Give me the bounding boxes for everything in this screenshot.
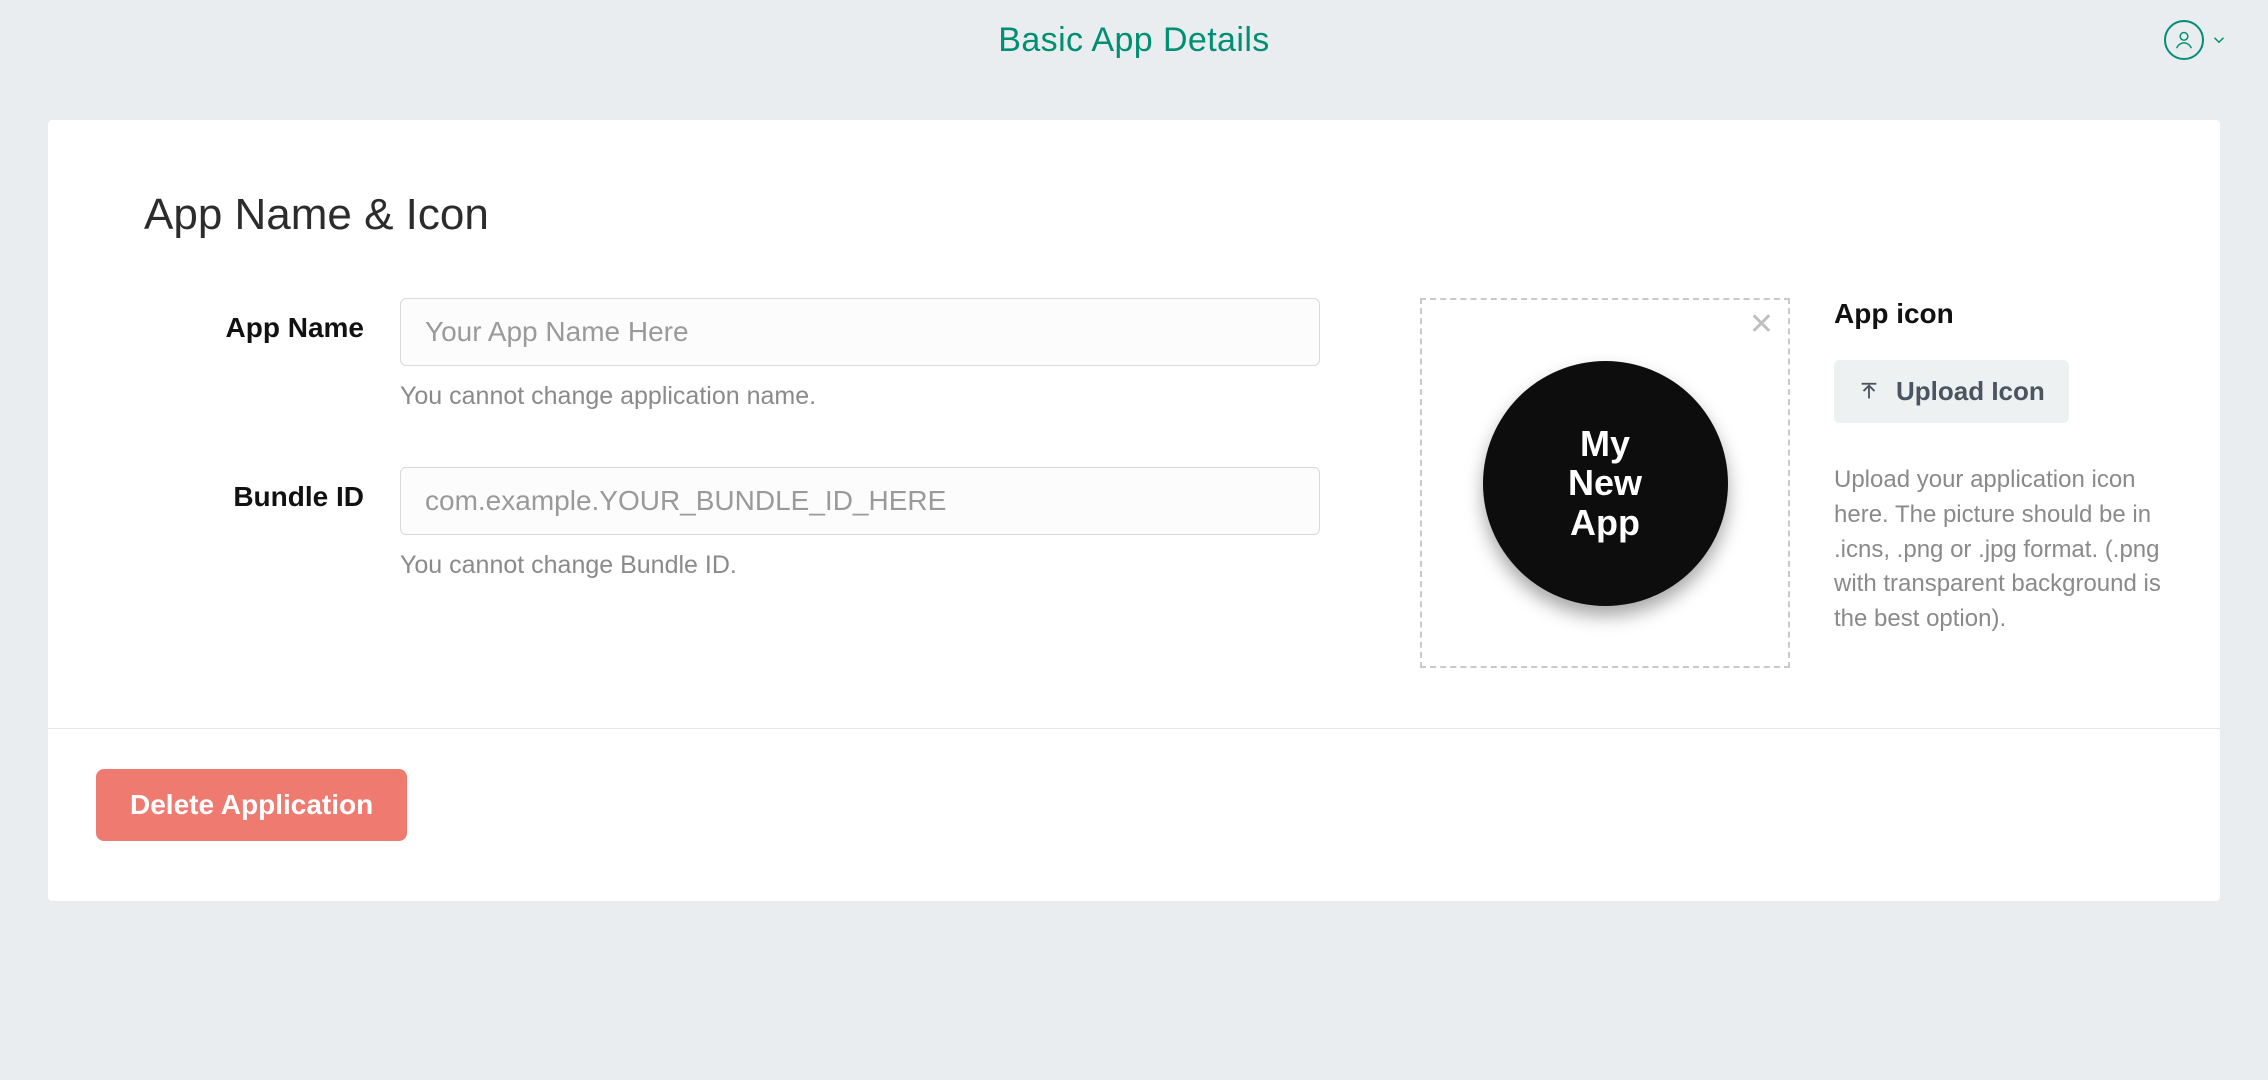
form-area: App Name You cannot change application n… <box>144 298 2124 668</box>
app-icon-preview-text: My New App <box>1568 424 1642 543</box>
app-icon-preview: My New App <box>1483 361 1728 606</box>
icon-section-title: App icon <box>1834 298 2174 330</box>
chevron-down-icon <box>2210 31 2228 49</box>
page-header: Basic App Details <box>0 0 2268 80</box>
panel-body: App Name & Icon App Name You cannot chan… <box>48 120 2220 729</box>
help-bundle-id: You cannot change Bundle ID. <box>400 551 1320 580</box>
icon-help-text: Upload your application icon here. The p… <box>1834 463 2174 637</box>
form-left: App Name You cannot change application n… <box>144 298 1320 668</box>
row-bundle-id: Bundle ID You cannot change Bundle ID. <box>144 467 1320 580</box>
upload-icon-label: Upload Icon <box>1896 376 2045 407</box>
label-bundle-id: Bundle ID <box>144 467 364 513</box>
user-menu[interactable] <box>2164 20 2228 60</box>
main-panel: App Name & Icon App Name You cannot chan… <box>48 120 2220 901</box>
upload-icon-button[interactable]: Upload Icon <box>1834 360 2069 423</box>
app-name-input[interactable] <box>400 298 1320 366</box>
remove-icon-button[interactable]: ✕ <box>1749 310 1774 340</box>
bundle-id-input[interactable] <box>400 467 1320 535</box>
user-avatar-icon <box>2164 20 2204 60</box>
delete-application-button[interactable]: Delete Application <box>96 769 407 841</box>
section-title: App Name & Icon <box>144 190 2124 240</box>
label-app-name: App Name <box>144 298 364 344</box>
icon-area: ✕ My New App App icon Upload Icon Upload… <box>1420 298 2174 668</box>
row-app-name: App Name You cannot change application n… <box>144 298 1320 411</box>
help-app-name: You cannot change application name. <box>400 382 1320 411</box>
icon-right-column: App icon Upload Icon Upload your applica… <box>1834 298 2174 668</box>
icon-dropzone[interactable]: ✕ My New App <box>1420 298 1790 668</box>
page-title: Basic App Details <box>998 21 1269 60</box>
panel-footer: Delete Application <box>48 729 2220 901</box>
upload-icon <box>1858 381 1880 403</box>
